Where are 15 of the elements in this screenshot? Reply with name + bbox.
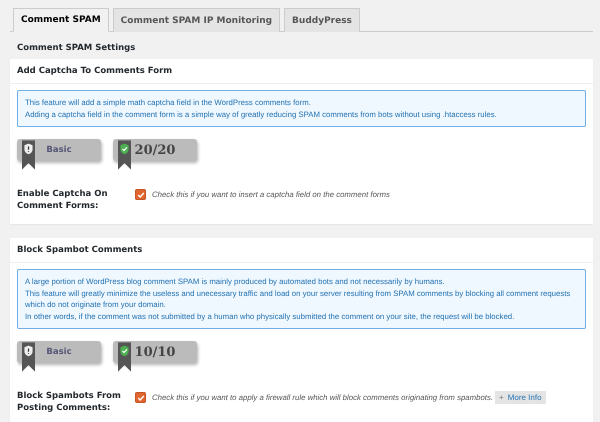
ribbon-shield-icon — [22, 139, 35, 171]
ribbon-shield-icon — [22, 341, 35, 373]
option-label: Block Spambots From Posting Comments: — [17, 391, 122, 414]
section-heading: Comment SPAM Settings — [16, 42, 136, 55]
checkbox[interactable] — [135, 392, 146, 403]
option-label: Enable Captcha On Comment Forms: — [17, 189, 108, 212]
ribbon-shield-icon — [118, 139, 131, 171]
tab[interactable]: BuddyPress — [284, 8, 360, 32]
tab[interactable]: Comment SPAM IP Monitoring — [112, 8, 280, 32]
tab[interactable]: Comment SPAM — [13, 8, 109, 32]
checkbox[interactable] — [135, 189, 146, 200]
ribbon-shield-icon — [118, 341, 131, 373]
more-info-button[interactable]: + More Info — [495, 391, 546, 404]
panel-title: Block Spambot Comments — [10, 238, 593, 263]
panel-title: Add Captcha To Comments Form — [10, 59, 593, 84]
